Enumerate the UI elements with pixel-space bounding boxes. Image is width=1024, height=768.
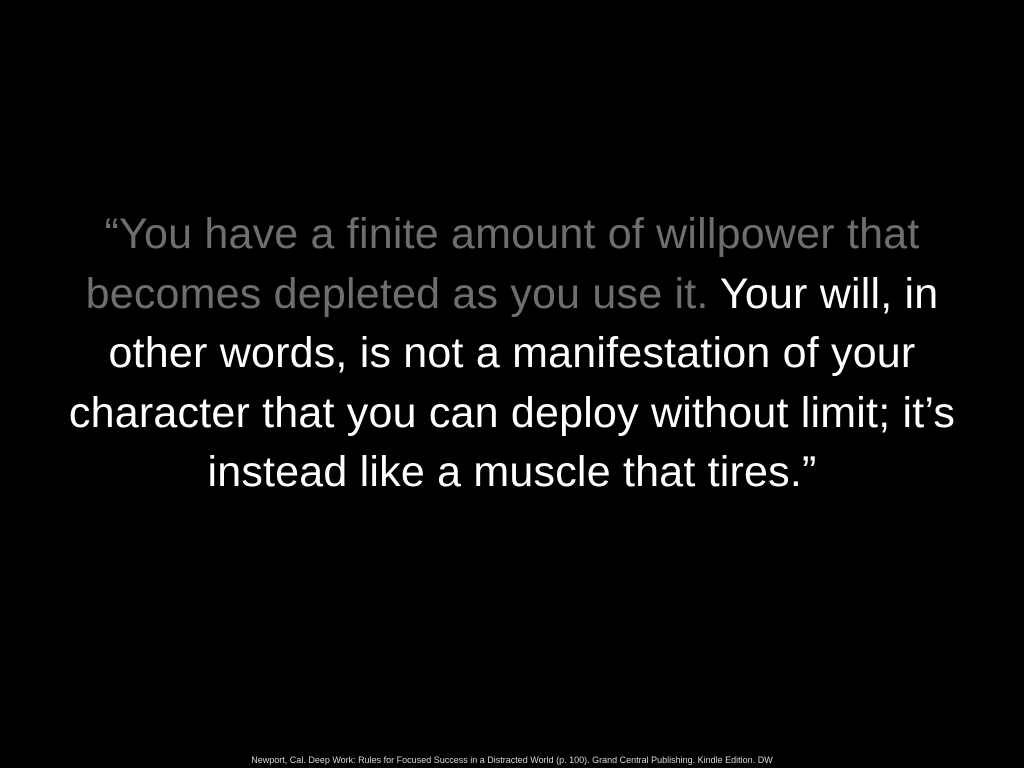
quote-text: “You have a finite amount of willpower t… — [62, 205, 962, 503]
citation: Newport, Cal. Deep Work: Rules for Focus… — [251, 755, 773, 765]
slide: “You have a finite amount of willpower t… — [0, 0, 1024, 768]
